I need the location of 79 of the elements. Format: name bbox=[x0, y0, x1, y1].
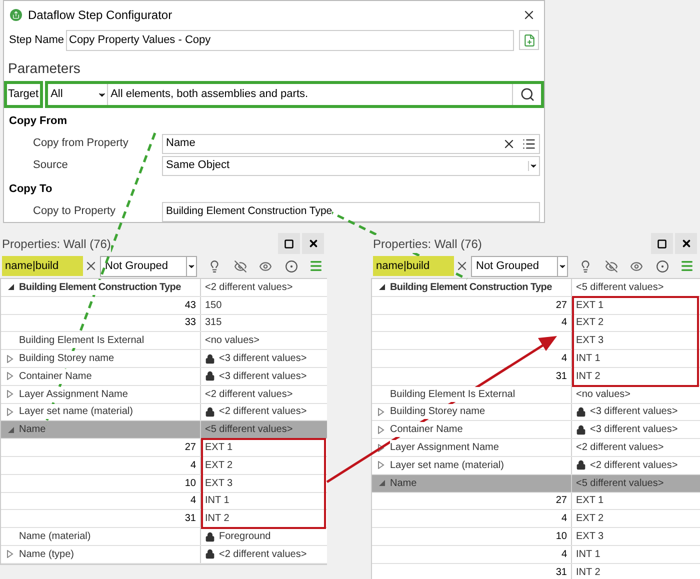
collapsed-triangle-icon[interactable] bbox=[6, 550, 14, 558]
maximize-button[interactable] bbox=[278, 233, 300, 254]
property-name: Layer set name (material) bbox=[390, 458, 504, 473]
lock-icon bbox=[205, 406, 215, 417]
field-label: Copy from Property bbox=[32, 136, 130, 152]
search-field[interactable]: name|build bbox=[2, 256, 83, 276]
clear-icon[interactable] bbox=[455, 259, 469, 273]
property-name: Building Storey name bbox=[19, 351, 114, 366]
close-button[interactable] bbox=[675, 233, 697, 254]
field-label: Copy to Property bbox=[32, 204, 117, 220]
collapsed-triangle-icon[interactable] bbox=[6, 372, 14, 380]
collapsed-triangle-icon[interactable] bbox=[6, 354, 14, 363]
property-name: Building Element Is External bbox=[390, 386, 516, 402]
close-icon bbox=[680, 238, 692, 249]
eye-off-icon[interactable] bbox=[234, 260, 247, 272]
dropdown-field[interactable]: Same Object bbox=[162, 156, 540, 176]
window-title: Dataflow Step Configurator bbox=[28, 6, 174, 24]
section-heading: Copy To bbox=[8, 182, 54, 197]
menu-icon[interactable] bbox=[309, 259, 323, 273]
property-name: Layer Assignment Name bbox=[19, 386, 128, 402]
target-icon[interactable] bbox=[656, 260, 669, 272]
eye-icon[interactable] bbox=[259, 260, 272, 272]
collapsed-triangle-icon[interactable] bbox=[6, 390, 14, 398]
lightbulb-icon[interactable] bbox=[579, 260, 592, 272]
search-field[interactable]: name|build bbox=[373, 256, 454, 276]
collapsed-triangle-icon[interactable] bbox=[6, 408, 14, 416]
property-name: Name (material) bbox=[19, 529, 91, 544]
close-icon bbox=[308, 238, 318, 249]
property-name: Container Name bbox=[19, 368, 92, 384]
lock-icon bbox=[576, 406, 586, 417]
lightbulb-icon[interactable] bbox=[208, 260, 221, 272]
scope-dropdown[interactable]: All bbox=[48, 84, 108, 105]
panel-title: Properties: Wall (76) bbox=[373, 234, 482, 252]
grouping-dropdown[interactable]: Not Grouped bbox=[471, 256, 568, 276]
property-name: Layer set name (material) bbox=[19, 404, 133, 420]
file-plus-icon bbox=[522, 34, 536, 46]
text-field[interactable]: Building Element Construction Type bbox=[162, 202, 540, 222]
lock-icon bbox=[576, 424, 586, 435]
step-name-field[interactable]: Copy Property Values - Copy bbox=[66, 30, 514, 50]
clear-icon[interactable] bbox=[84, 259, 98, 273]
property-name: Layer Assignment Name bbox=[390, 440, 499, 456]
property-value: Foreground bbox=[219, 529, 271, 544]
property-name: Name (type) bbox=[19, 546, 74, 562]
maximize-button[interactable] bbox=[651, 233, 673, 254]
lock-icon bbox=[576, 460, 586, 470]
lock-icon bbox=[205, 354, 215, 364]
caret-icon bbox=[528, 160, 538, 170]
section-heading: Parameters bbox=[8, 59, 82, 78]
collapsed-triangle-icon[interactable] bbox=[377, 426, 385, 434]
property-name: Building Element Construction Type bbox=[19, 280, 181, 295]
expanded-triangle-icon[interactable] bbox=[378, 283, 386, 292]
collapsed-triangle-icon[interactable] bbox=[377, 408, 385, 416]
property-name: Building Element Construction Type bbox=[390, 280, 552, 295]
target-description: All elements, both assemblies and parts. bbox=[110, 87, 310, 102]
maximize-icon bbox=[657, 238, 667, 248]
section-heading: Copy From bbox=[8, 114, 68, 129]
close-button[interactable] bbox=[302, 233, 324, 254]
expanded-triangle-icon[interactable] bbox=[7, 283, 15, 292]
maximize-icon bbox=[284, 238, 294, 248]
add-file-button[interactable] bbox=[519, 30, 539, 50]
eye-off-icon[interactable] bbox=[605, 260, 618, 272]
field-label: Source bbox=[32, 158, 69, 174]
search-icon bbox=[520, 87, 534, 102]
list-icon[interactable] bbox=[522, 136, 536, 150]
collapsed-triangle-icon[interactable] bbox=[377, 444, 385, 452]
eye-icon[interactable] bbox=[630, 260, 643, 272]
lock-icon bbox=[205, 532, 215, 542]
collapsed-triangle-icon[interactable] bbox=[377, 461, 385, 470]
property-name: Building Element Is External bbox=[19, 333, 144, 348]
grouping-dropdown[interactable]: Not Grouped bbox=[100, 256, 197, 276]
menu-icon[interactable] bbox=[680, 259, 694, 273]
lock-icon bbox=[205, 549, 215, 560]
property-name: Building Storey name bbox=[390, 404, 486, 420]
lock-icon bbox=[205, 371, 215, 382]
target-label: Target bbox=[4, 81, 43, 108]
field-label: Step Name bbox=[8, 32, 66, 48]
property-name: Container Name bbox=[390, 422, 463, 438]
target-icon[interactable] bbox=[285, 260, 298, 272]
property-field[interactable]: Name bbox=[162, 134, 540, 154]
